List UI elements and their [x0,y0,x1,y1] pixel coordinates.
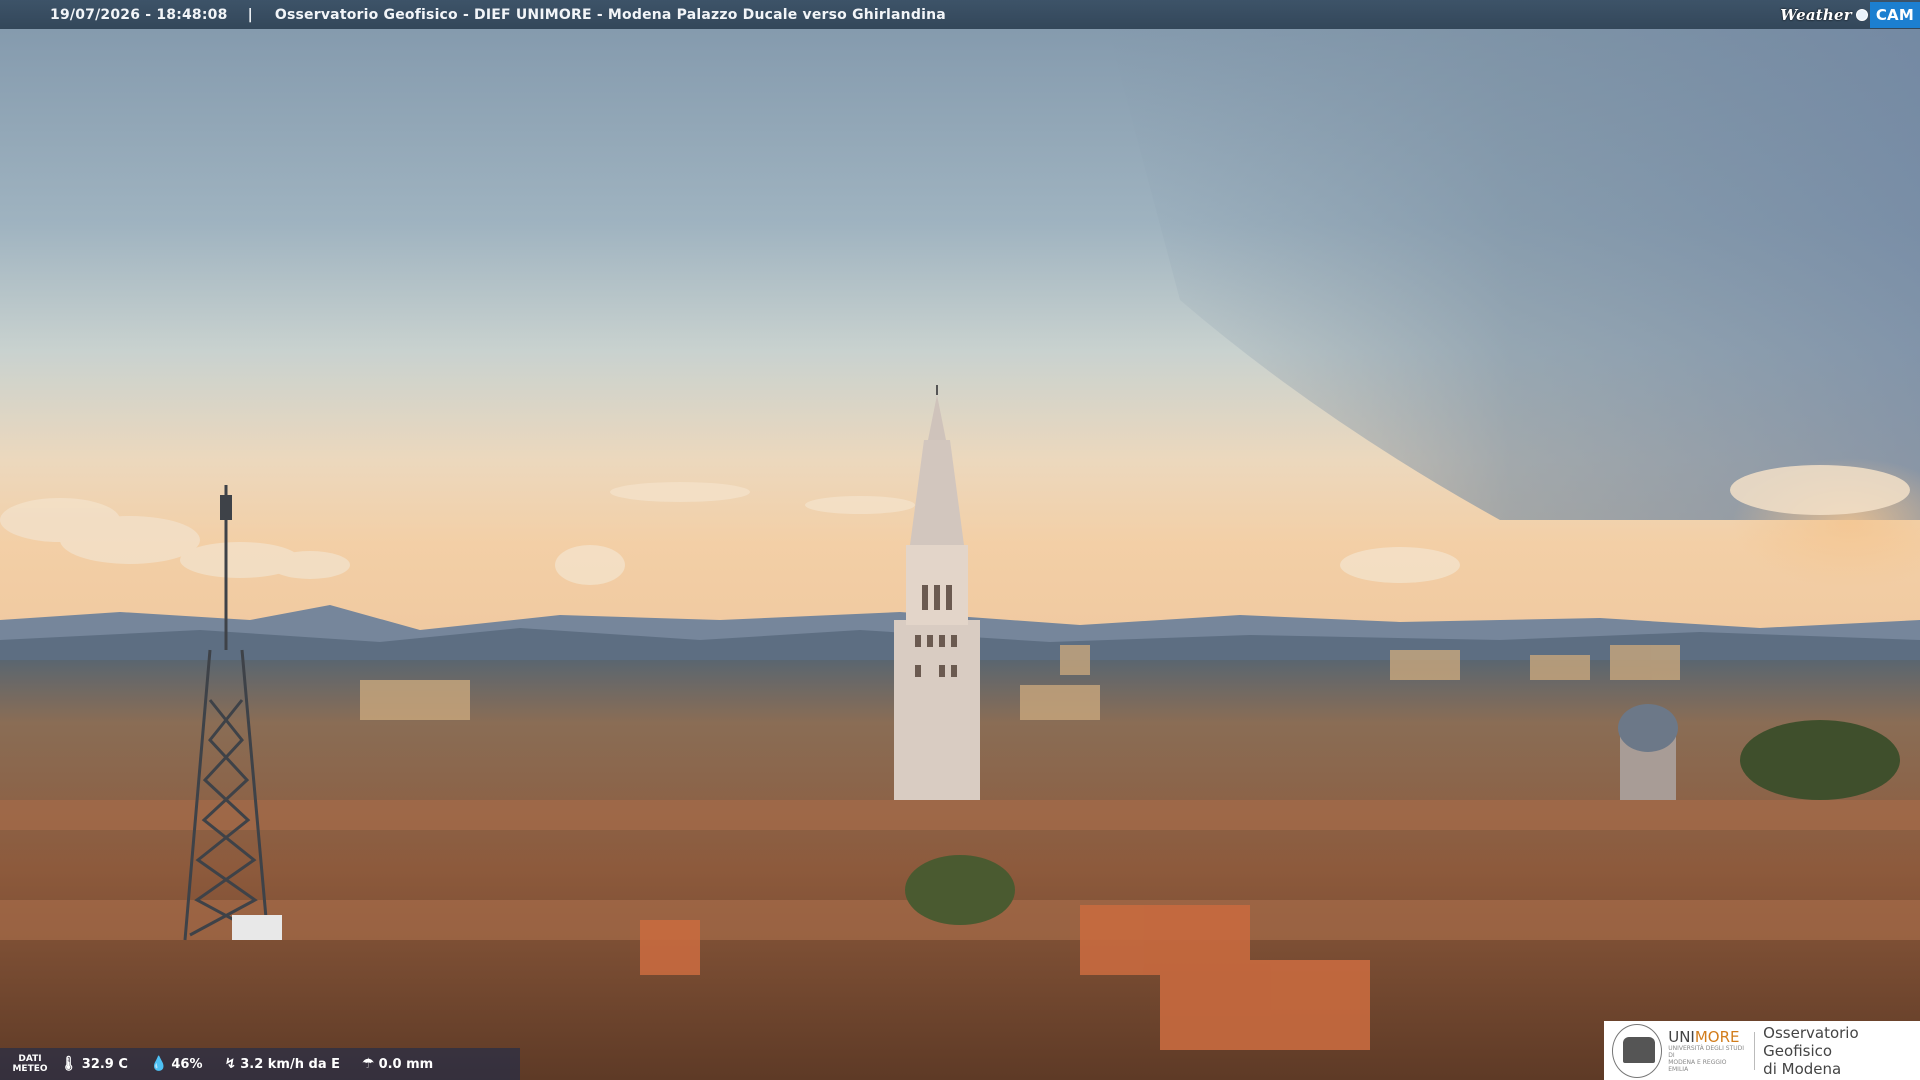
title-bar: 19/07/2026 - 18:48:08 | Osservatorio Geo… [0,0,1920,29]
brand-cam-text: CAM [1869,1,1920,28]
unimore-observatory-logo: UNIMORE UNIVERSITÀ DEGLI STUDI DI MODENA… [1604,1021,1920,1080]
humidity-reading: 💧 46% [149,1056,203,1072]
rain-gauge-icon: ☂ [362,1056,375,1072]
weathercam-logo: Weather CAM [1780,0,1920,29]
thermometer-icon: 🌡 [60,1056,78,1072]
university-seal-icon [1612,1023,1663,1078]
meteo-data-bar: DATI METEO 🌡 32.9 C 💧 46% ↯ 3.2 km/h da … [0,1048,520,1080]
logo-divider [1754,1031,1756,1070]
observatory-name: Osservatorio Geofisico di Modena [1763,1023,1859,1078]
unimore-wordmark: UNIMORE UNIVERSITÀ DEGLI STUDI DI MODENA… [1668,1027,1745,1073]
brand-weather-text: Weather [1780,5,1852,24]
timestamp: 19/07/2026 - 18:48:08 [50,6,228,23]
meteo-label: DATI METEO [12,1054,48,1074]
wind-reading: ↯ 3.2 km/h da E [224,1056,341,1072]
webcam-image [0,0,1920,1080]
temperature-reading: 🌡 32.9 C [60,1056,128,1072]
humidity-drop-icon: 💧 [149,1056,168,1072]
camera-title: Osservatorio Geofisico - DIEF UNIMORE - … [274,6,946,23]
brand-globe-icon [1855,8,1868,21]
wind-icon: ↯ [224,1056,237,1072]
title-separator: | [247,6,253,23]
rain-reading: ☂ 0.0 mm [362,1056,434,1072]
